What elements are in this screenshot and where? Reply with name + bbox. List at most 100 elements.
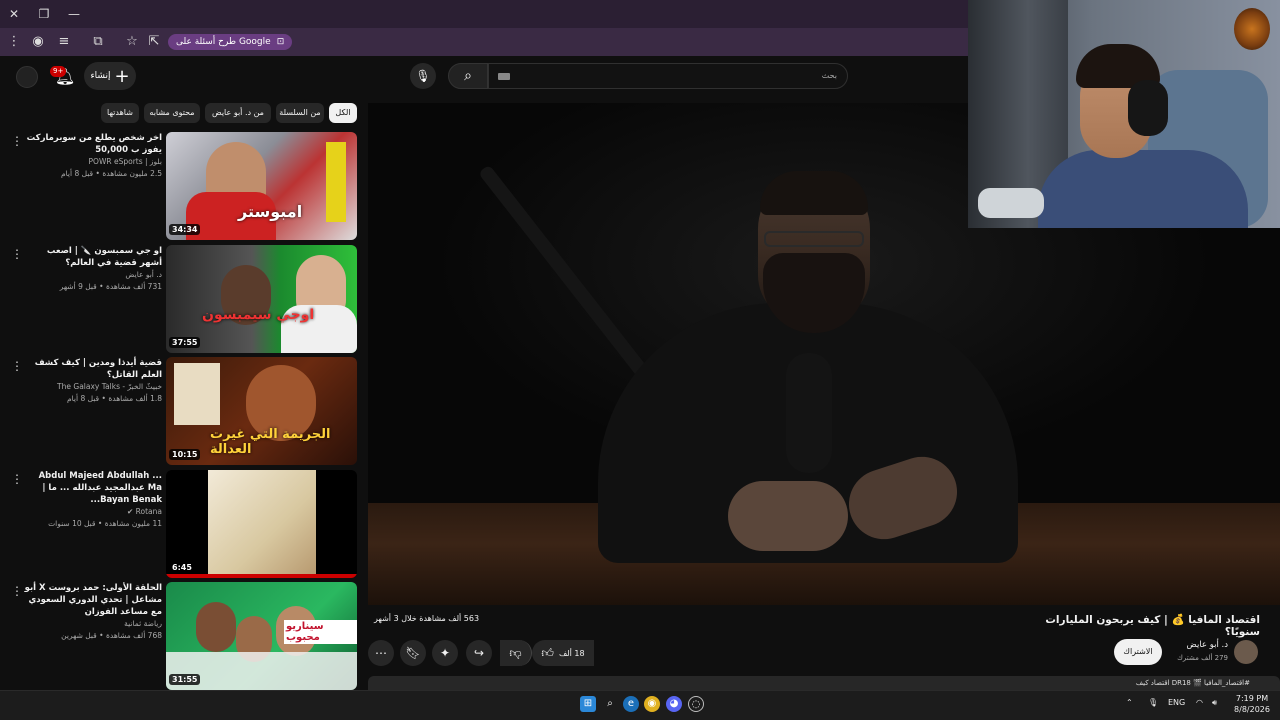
minimize-window-button[interactable]: — bbox=[64, 4, 84, 24]
language-indicator[interactable]: ENG bbox=[1168, 698, 1185, 707]
verified-icon: ✔︎ bbox=[126, 507, 134, 516]
restore-window-button[interactable]: ❐ bbox=[34, 4, 54, 24]
video-title[interactable]: الحلقة الأولى: حمد بروست X أبو مشاعل | ت… bbox=[22, 582, 162, 618]
search-taskbar-icon[interactable]: ⌕ bbox=[602, 696, 618, 712]
taskbar-clock[interactable]: 7:19 PM 8/8/2026 bbox=[1230, 693, 1274, 715]
share-icon[interactable]: ⇱ bbox=[144, 32, 164, 52]
video-meta: 2.5 مليون مشاهدة • قبل 8 أيام bbox=[60, 169, 162, 178]
search-input[interactable]: بحث bbox=[488, 63, 848, 89]
dislike-button[interactable]: 👎︎ bbox=[500, 640, 532, 666]
video-title[interactable]: اخر شخص يطلع من سوبرماركت يفوز ب 50,000 bbox=[22, 132, 162, 156]
thumbs-up-icon: 👍︎ bbox=[541, 645, 554, 660]
thumbnail-caption: اوجي سيمبسون bbox=[202, 307, 315, 323]
chip-watched[interactable]: شاهدتها bbox=[101, 103, 139, 123]
video-title[interactable]: قضية أيدذا ومدين | كيف كشف العلم القاتل؟ bbox=[22, 357, 162, 381]
share-arrow-icon: ↪ bbox=[473, 646, 485, 660]
lens-icon: ⊡ bbox=[276, 37, 285, 47]
save-button[interactable]: 🔖︎ bbox=[400, 640, 426, 666]
wifi-icon[interactable]: ◠ bbox=[1196, 698, 1203, 707]
create-button[interactable]: إنشاء + bbox=[84, 62, 136, 90]
channel-name[interactable]: رياضة ثمانية bbox=[22, 618, 162, 630]
sparkle-icon: ✦ bbox=[439, 646, 451, 660]
video-meta: 768 ألف مشاهدة • قبل شهرين bbox=[61, 631, 162, 640]
account-avatar[interactable] bbox=[16, 66, 38, 88]
like-button[interactable]: 18 ألف 👍︎ bbox=[532, 640, 594, 666]
duration-badge: 37:55 bbox=[169, 337, 201, 348]
chip-from-channel[interactable]: من د. أبو عايض bbox=[205, 103, 271, 123]
description-preview: #اقتصاد_المافيا 🎬 DR18 اقتصاد كيف bbox=[1135, 679, 1250, 687]
subscriber-count: 279 ألف مشترك bbox=[1177, 654, 1228, 662]
chip-from-series[interactable]: من السلسلة bbox=[276, 103, 324, 123]
more-options-icon[interactable]: ⋮ bbox=[11, 472, 23, 486]
plus-icon: + bbox=[114, 65, 130, 87]
tray-chevron-icon[interactable]: ⌃ bbox=[1126, 698, 1133, 707]
video-views[interactable]: 563 ألف مشاهدة خلال 3 أشهر bbox=[374, 614, 479, 623]
share-button[interactable]: ↪ bbox=[466, 640, 492, 666]
thumbnail-caption: امبوستر bbox=[238, 202, 303, 221]
video-meta: 11 مليون مشاهدة • قبل 10 سنوات bbox=[48, 519, 162, 528]
thumbnail-caption: سيناريو محبوب bbox=[284, 620, 357, 644]
duration-badge: 6:45 bbox=[169, 562, 195, 573]
more-options-icon[interactable]: ⋮ bbox=[11, 134, 23, 148]
bookmark-icon: 🔖︎ bbox=[405, 646, 421, 660]
more-options-icon[interactable]: ⋮ bbox=[11, 584, 23, 598]
duration-badge: 34:34 bbox=[169, 224, 201, 235]
webcam-overlay bbox=[968, 0, 1280, 228]
ask-google-chip[interactable]: طرح أسئلة على Google ⊡ bbox=[168, 34, 293, 50]
search-icon: ⌕ bbox=[464, 68, 472, 84]
profile-icon[interactable]: ◉ bbox=[28, 32, 48, 52]
clock-date: 8/8/2026 bbox=[1234, 705, 1270, 714]
watch-progress-bar bbox=[166, 574, 357, 578]
video-title[interactable]: Abdul Majeed Abdullah ... Ma عبدالمجيد ع… bbox=[22, 470, 162, 506]
media-control-icon[interactable]: ≡ bbox=[54, 32, 74, 52]
channel-name[interactable]: خبيثٌ الخبرّ - The Galaxy Talks bbox=[22, 381, 162, 393]
more-options-icon[interactable]: ⋮ bbox=[11, 247, 23, 261]
video-thumbnail[interactable] bbox=[166, 470, 357, 578]
subscribe-button[interactable]: الاشتراك bbox=[1114, 639, 1162, 665]
chrome-icon[interactable]: ◉ bbox=[644, 696, 660, 712]
duration-badge: 10:15 bbox=[169, 449, 201, 460]
search-button[interactable]: ⌕ bbox=[448, 63, 488, 89]
tray-mic-icon[interactable]: 🎙︎ bbox=[1148, 698, 1158, 707]
close-window-button[interactable]: ✕ bbox=[4, 4, 24, 24]
minimize-icon: — bbox=[68, 7, 80, 21]
video-title-main: اقتصاد المافيا 💰 | كيف يربحون المليارات … bbox=[1045, 614, 1260, 638]
more-actions-button[interactable]: ⋯ bbox=[368, 640, 394, 666]
video-meta: 1.8 ألف مشاهدة • قبل 8 أيام bbox=[66, 394, 162, 403]
channel-name[interactable]: د. أبو عايض bbox=[22, 269, 162, 281]
close-icon: ✕ bbox=[8, 7, 20, 21]
edge-icon[interactable]: e bbox=[623, 696, 639, 712]
channel-name[interactable]: Rotana ✔︎ bbox=[22, 506, 162, 518]
thumbs-down-icon: 👎︎ bbox=[509, 646, 522, 660]
chip-all[interactable]: الكل bbox=[329, 103, 357, 123]
browser-menu-icon[interactable]: ⋮ bbox=[4, 32, 24, 52]
clock-time: 7:19 PM bbox=[1235, 694, 1269, 703]
channel-avatar[interactable] bbox=[1234, 640, 1258, 664]
microphone-icon: 🎙︎ bbox=[415, 69, 431, 83]
ask-google-label: طرح أسئلة على Google bbox=[176, 37, 271, 47]
obs-icon[interactable]: ◌ bbox=[688, 696, 704, 712]
video-meta: 731 ألف مشاهدة • قبل 9 أشهر bbox=[59, 282, 162, 291]
more-horizontal-icon: ⋯ bbox=[375, 646, 387, 660]
create-label: إنشاء bbox=[90, 71, 111, 81]
video-title[interactable]: او جي سمبسون 🔪 | اصعب أشهر قضية في العال… bbox=[22, 245, 162, 269]
thumbnail-caption: الجريمة التي غيرت العدالة bbox=[210, 427, 331, 457]
voice-search-button[interactable]: 🎙︎ bbox=[410, 63, 436, 89]
restore-icon: ❐ bbox=[38, 7, 50, 21]
keyboard-icon[interactable] bbox=[498, 73, 510, 80]
more-options-icon[interactable]: ⋮ bbox=[11, 359, 23, 373]
channel-name[interactable]: بلوز | POWR eSports bbox=[22, 156, 162, 168]
windows-start-icon[interactable]: ⊞ bbox=[580, 696, 596, 712]
channel-name-main[interactable]: د. أبو عايض bbox=[1170, 640, 1228, 650]
ask-ai-button[interactable]: ✦ bbox=[432, 640, 458, 666]
bookmark-star-icon[interactable]: ☆ bbox=[122, 32, 142, 52]
notification-badge: 9+ bbox=[50, 66, 67, 77]
lion-logo bbox=[1234, 8, 1270, 50]
discord-icon[interactable]: ◕ bbox=[666, 696, 682, 712]
extensions-icon[interactable]: ⧉ bbox=[88, 32, 108, 52]
chip-similar[interactable]: محتوى مشابه bbox=[144, 103, 200, 123]
duration-badge: 31:55 bbox=[169, 674, 201, 685]
volume-icon[interactable]: 🔊︎ bbox=[1212, 698, 1217, 708]
like-count: 18 ألف bbox=[558, 648, 585, 658]
windows-taskbar bbox=[0, 690, 1280, 720]
